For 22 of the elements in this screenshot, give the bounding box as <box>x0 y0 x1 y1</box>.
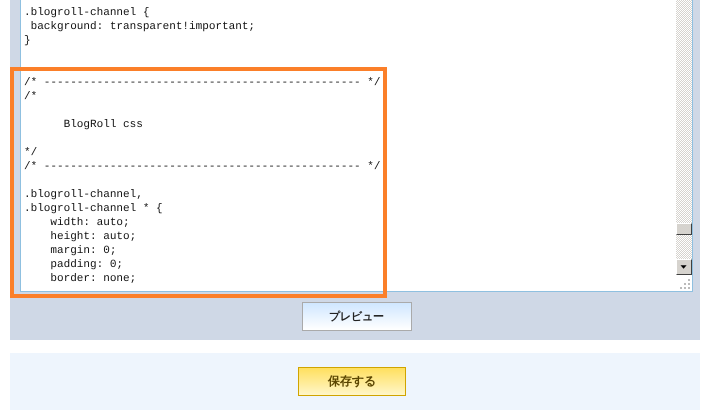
code-line: .blogroll-channel { <box>24 6 150 20</box>
scrollbar[interactable] <box>676 0 692 291</box>
code-line: } <box>24 34 32 48</box>
save-button[interactable]: 保存する <box>298 367 406 396</box>
code-line: border: none; <box>49 272 138 286</box>
css-editor-field[interactable] <box>20 0 693 292</box>
code-line: /* ------------------------------------------------ */ <box>24 76 382 90</box>
code-line: background: transparent!important; <box>30 20 256 34</box>
code-line: */ <box>24 146 38 160</box>
resize-grip-icon[interactable] <box>676 275 692 291</box>
code-line: height: auto; <box>49 230 138 244</box>
code-line: margin: 0; <box>49 244 118 258</box>
code-line: width: auto; <box>49 216 131 230</box>
code-line: /* <box>24 90 38 104</box>
code-line: .blogroll-channel * { <box>24 202 164 216</box>
preview-button[interactable]: プレビュー <box>302 302 412 331</box>
scroll-thumb[interactable] <box>676 223 692 235</box>
code-line: padding: 0; <box>49 258 124 272</box>
scroll-down-icon[interactable] <box>676 259 692 275</box>
code-line: .blogroll-channel, <box>24 188 144 202</box>
code-line: /* ------------------------------------------------ */ <box>24 160 382 174</box>
code-line: BlogRoll css <box>62 118 144 132</box>
